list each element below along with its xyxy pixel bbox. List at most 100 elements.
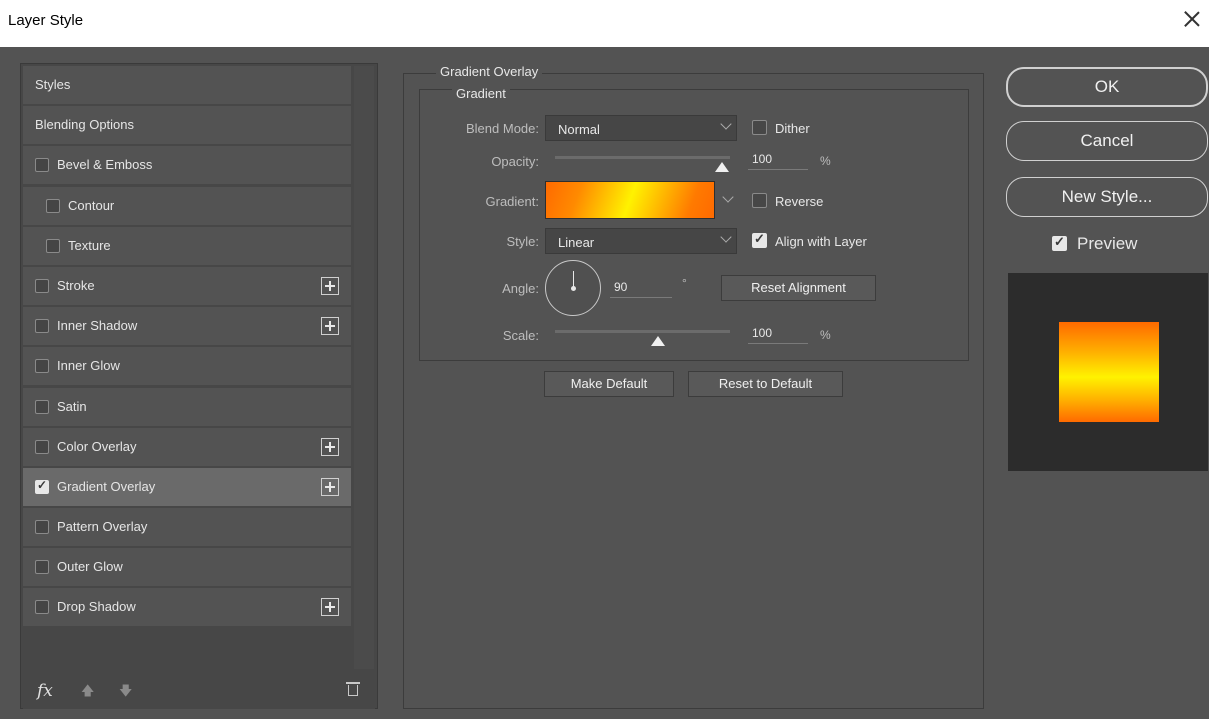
styles-item-inner-shadow[interactable]: Inner Shadow <box>23 307 351 346</box>
arrow-up-icon[interactable]: 🡅 <box>81 682 94 704</box>
styles-item-checkbox[interactable] <box>35 399 49 414</box>
angle-dial[interactable] <box>545 260 601 316</box>
dither-label: Dither <box>775 121 810 136</box>
trash-icon[interactable] <box>346 682 360 696</box>
reverse-label: Reverse <box>775 194 824 209</box>
chevron-down-icon <box>722 191 734 203</box>
reset-to-default-button[interactable]: Reset to Default <box>688 371 843 397</box>
styles-item-gradient-overlay[interactable]: Gradient Overlay <box>23 467 351 506</box>
preview-label: Preview <box>1077 234 1138 253</box>
preview-swatch <box>1059 322 1159 422</box>
opacity-label: Opacity: <box>491 154 539 169</box>
styles-item-color-overlay[interactable]: Color Overlay <box>23 427 351 466</box>
styles-item-label: Outer Glow <box>57 559 123 575</box>
add-effect-icon[interactable] <box>321 437 339 456</box>
chevron-down-icon <box>720 231 732 243</box>
gradient-subtitle: Gradient <box>452 86 510 101</box>
arrow-down-icon[interactable]: 🡇 <box>119 682 132 704</box>
styles-list: Styles Blending Options Bevel & Emboss Cont… <box>23 66 351 629</box>
style-label: Style: <box>506 234 539 249</box>
reverse-checkbox[interactable] <box>752 193 767 208</box>
styles-item-checkbox[interactable] <box>35 319 49 334</box>
close-icon[interactable] <box>1181 8 1203 30</box>
angle-unit: ° <box>682 276 687 290</box>
styles-item-label: Color Overlay <box>57 438 137 454</box>
styles-item-label: Pattern Overlay <box>57 519 148 535</box>
add-effect-icon[interactable] <box>321 317 339 336</box>
styles-item-drop-shadow[interactable]: Drop Shadow <box>23 588 351 627</box>
gradient-picker[interactable] <box>545 181 715 219</box>
fx-button[interactable]: fx <box>37 681 53 701</box>
title-bar: Layer Style <box>0 0 1209 47</box>
styles-item-checkbox[interactable] <box>35 278 49 293</box>
styles-item-satin[interactable]: Satin <box>23 387 351 426</box>
styles-item-checkbox[interactable] <box>35 520 49 535</box>
styles-panel: Styles Blending Options Bevel & Emboss Cont… <box>20 63 378 709</box>
styles-item-label: Inner Shadow <box>57 318 138 334</box>
group-title: Gradient Overlay <box>436 64 543 79</box>
scale-unit: % <box>820 328 831 342</box>
styles-footer: fx 🡅 🡇 <box>23 669 375 709</box>
blend-mode-select[interactable]: Normal <box>545 115 737 141</box>
styles-item-checkbox[interactable] <box>35 600 49 615</box>
add-effect-icon[interactable] <box>321 598 339 617</box>
styles-item-checkbox[interactable] <box>35 439 49 454</box>
angle-label: Angle: <box>502 281 539 296</box>
styles-item-checkbox[interactable] <box>35 560 49 575</box>
styles-item-bevel-emboss[interactable]: Bevel & Emboss <box>23 146 351 185</box>
styles-item-label: Drop Shadow <box>57 599 136 615</box>
styles-item-pattern-overlay[interactable]: Pattern Overlay <box>23 508 351 547</box>
window-title: Layer Style <box>8 12 84 29</box>
styles-item-checkbox[interactable] <box>46 238 60 253</box>
styles-item-label: Blending Options <box>35 117 135 133</box>
opacity-input[interactable]: 100 <box>748 152 808 170</box>
styles-item-checkbox[interactable] <box>35 359 49 374</box>
styles-item-stroke[interactable]: Stroke <box>23 266 351 305</box>
styles-item-checkbox[interactable] <box>35 158 49 173</box>
make-default-button[interactable]: Make Default <box>544 371 674 397</box>
scale-slider[interactable] <box>555 330 730 333</box>
new-style-button[interactable]: New Style... <box>1006 177 1208 217</box>
styles-item-contour[interactable]: Contour <box>23 186 351 225</box>
styles-item-inner-glow[interactable]: Inner Glow <box>23 347 351 386</box>
align-with-layer-checkbox[interactable] <box>752 231 767 248</box>
styles-item-label: Gradient Overlay <box>57 478 156 494</box>
styles-item-label: Inner Glow <box>57 358 120 374</box>
styles-item-texture[interactable]: Texture <box>23 226 351 265</box>
style-select[interactable]: Linear <box>545 228 737 254</box>
scale-slider-thumb[interactable] <box>651 336 665 346</box>
styles-item-blending-options[interactable]: Blending Options <box>23 106 351 145</box>
gradient-group: Gradient Blend Mode: Normal Dither Opaci… <box>419 86 969 361</box>
cancel-button[interactable]: Cancel <box>1006 121 1208 161</box>
opacity-unit: % <box>820 154 831 168</box>
styles-item-checkbox[interactable] <box>35 478 49 494</box>
scale-label: Scale: <box>502 328 539 343</box>
gradient-dropdown[interactable] <box>716 181 738 219</box>
blend-mode-value: Normal <box>558 122 600 137</box>
dither-checkbox[interactable] <box>752 120 767 135</box>
styles-item-styles[interactable]: Styles <box>23 66 351 104</box>
add-effect-icon[interactable] <box>321 276 339 295</box>
styles-item-label: Stroke <box>57 277 95 293</box>
opacity-slider-thumb[interactable] <box>715 162 729 172</box>
gradient-label: Gradient: <box>485 194 539 209</box>
styles-item-label: Styles <box>35 77 71 92</box>
align-with-layer-label: Align with Layer <box>775 234 867 249</box>
preview-checkbox[interactable] <box>1052 234 1067 251</box>
styles-scrollbar[interactable] <box>354 66 374 670</box>
opacity-slider[interactable] <box>555 156 730 159</box>
scale-input[interactable]: 100 <box>748 326 808 344</box>
styles-item-label: Bevel & Emboss <box>57 157 153 173</box>
chevron-down-icon <box>720 118 732 130</box>
styles-item-checkbox[interactable] <box>46 198 60 213</box>
blend-mode-label: Blend Mode: <box>466 121 539 136</box>
styles-item-label: Texture <box>68 237 111 253</box>
reset-alignment-button[interactable]: Reset Alignment <box>721 275 876 301</box>
style-value: Linear <box>558 235 595 250</box>
styles-item-outer-glow[interactable]: Outer Glow <box>23 548 351 587</box>
add-effect-icon[interactable] <box>321 477 339 496</box>
angle-input[interactable]: 90 <box>610 280 672 298</box>
styles-item-label: Satin <box>57 398 87 414</box>
angle-dial-center <box>571 286 576 291</box>
ok-button[interactable]: OK <box>1006 67 1208 107</box>
